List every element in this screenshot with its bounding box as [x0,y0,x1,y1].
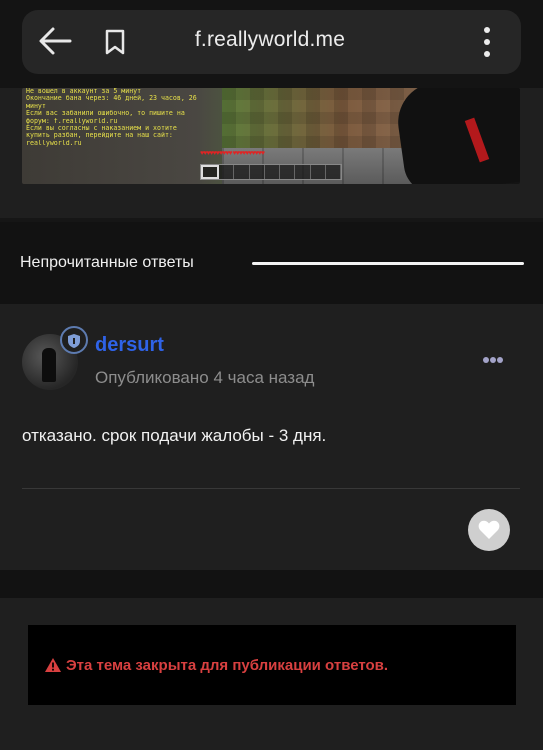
published-time: Опубликовано 4 часа назад [95,368,315,387]
chat-line: купить разбан, перейдите на наш сайт: [26,132,173,140]
chat-line: Если вы согласны с наказанием и хотите [26,125,177,133]
warning-icon [45,658,61,672]
player-head [393,88,520,184]
comment-body: отказано. срок подачи жалобы - 3 дня. [22,426,327,445]
bookmark-icon[interactable] [104,29,126,55]
section-separator [0,570,543,598]
terrain-blocks [222,88,422,148]
author-name[interactable]: dersurt [95,334,164,357]
unread-divider [252,262,524,265]
chat-line: форум: f.reallyworld.ru [26,117,118,125]
chat-line: Окончание бана через: 46 дней, 23 часов,… [26,95,197,103]
topic-locked-notice: Эта тема закрыта для публикации ответов. [28,625,516,705]
chat-line: Если вас забанили ошибочно, то пишите на [26,110,185,118]
back-arrow-icon[interactable] [38,26,72,56]
url-text[interactable]: f.reallyworld.me [150,28,390,52]
kebab-menu-icon[interactable] [480,24,494,60]
game-screenshot[interactable]: Не вошел в аккаунт за 5 минут Окончание б… [22,88,520,184]
chat-line: reallyworld.ru [26,139,82,147]
hotbar [200,164,342,180]
shield-badge-icon [60,326,88,354]
browser-toolbar: f.reallyworld.me [0,0,543,88]
chat-line: Не вошел в аккаунт за 5 минут [26,88,142,95]
like-button[interactable] [468,509,510,551]
health-bar: ♥♥♥♥♥♥♥♥♥♥ ♥♥♥♥♥♥♥♥♥♥ [200,150,265,157]
unread-label[interactable]: Непрочитанные ответы [20,254,194,272]
more-dots-icon[interactable] [482,356,504,364]
post-preview-card: Не вошел в аккаунт за 5 минут Окончание б… [0,88,543,218]
locked-notice-text: Эта тема закрыта для публикации ответов. [66,656,389,674]
chat-line: минут [26,102,46,110]
comment-divider [22,488,520,489]
game-chat: Не вошел в аккаунт за 5 минут Окончание б… [26,88,226,147]
heart-icon [478,520,500,539]
